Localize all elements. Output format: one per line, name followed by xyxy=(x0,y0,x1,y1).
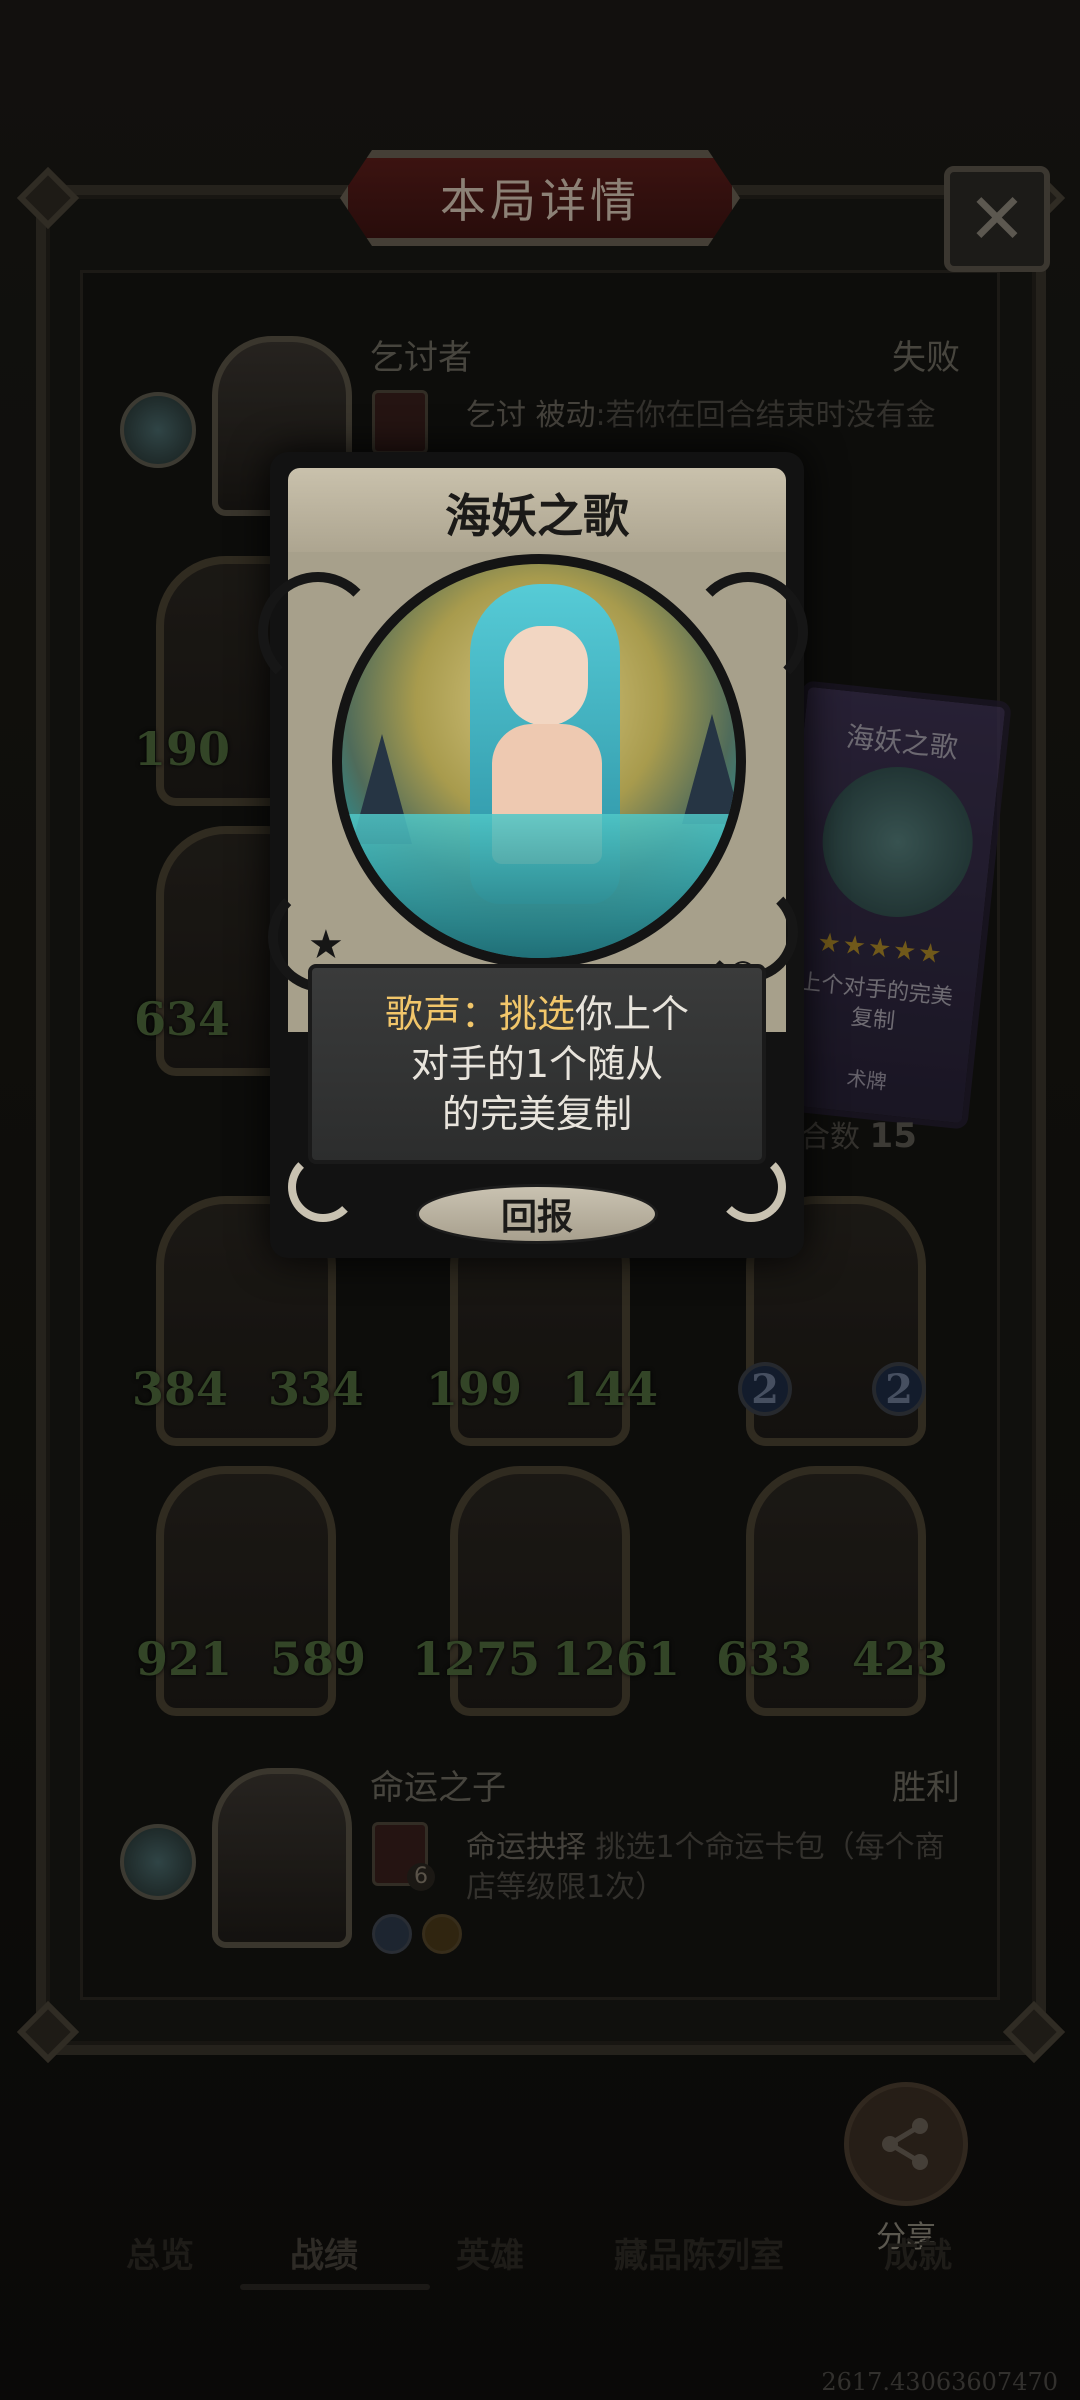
card-tag: 回报 xyxy=(500,1197,573,1238)
star-icon: ★ xyxy=(308,922,344,968)
curl-ornament xyxy=(288,1152,358,1222)
card-detail-popup[interactable]: 海妖之歌 ★ ☆ ◎ 歌声：挑选你上个 对手的1个随从 的完美复制 回报 xyxy=(258,452,808,1258)
card-desc-line-1: 歌声：挑选你上个 xyxy=(385,989,689,1039)
card-title: 海妖之歌 xyxy=(445,489,629,543)
card-description-box: 歌声：挑选你上个 对手的1个随从 的完美复制 xyxy=(308,964,766,1164)
card-desc-line-3: 的完美复制 xyxy=(441,1092,632,1136)
sea-waves xyxy=(342,814,736,958)
mermaid-face xyxy=(504,626,588,726)
rock-spike xyxy=(682,714,736,824)
curl-ornament xyxy=(716,1152,786,1222)
card-tag-pill: 回报 xyxy=(416,1184,658,1244)
card-keyword: 歌声： xyxy=(384,992,499,1036)
card-highlight: 挑选 xyxy=(498,992,575,1036)
siren-artwork xyxy=(332,554,746,968)
card-desc-line-2: 对手的1个随从 xyxy=(410,1042,664,1086)
card-desc-text: 你上个 xyxy=(575,992,690,1036)
